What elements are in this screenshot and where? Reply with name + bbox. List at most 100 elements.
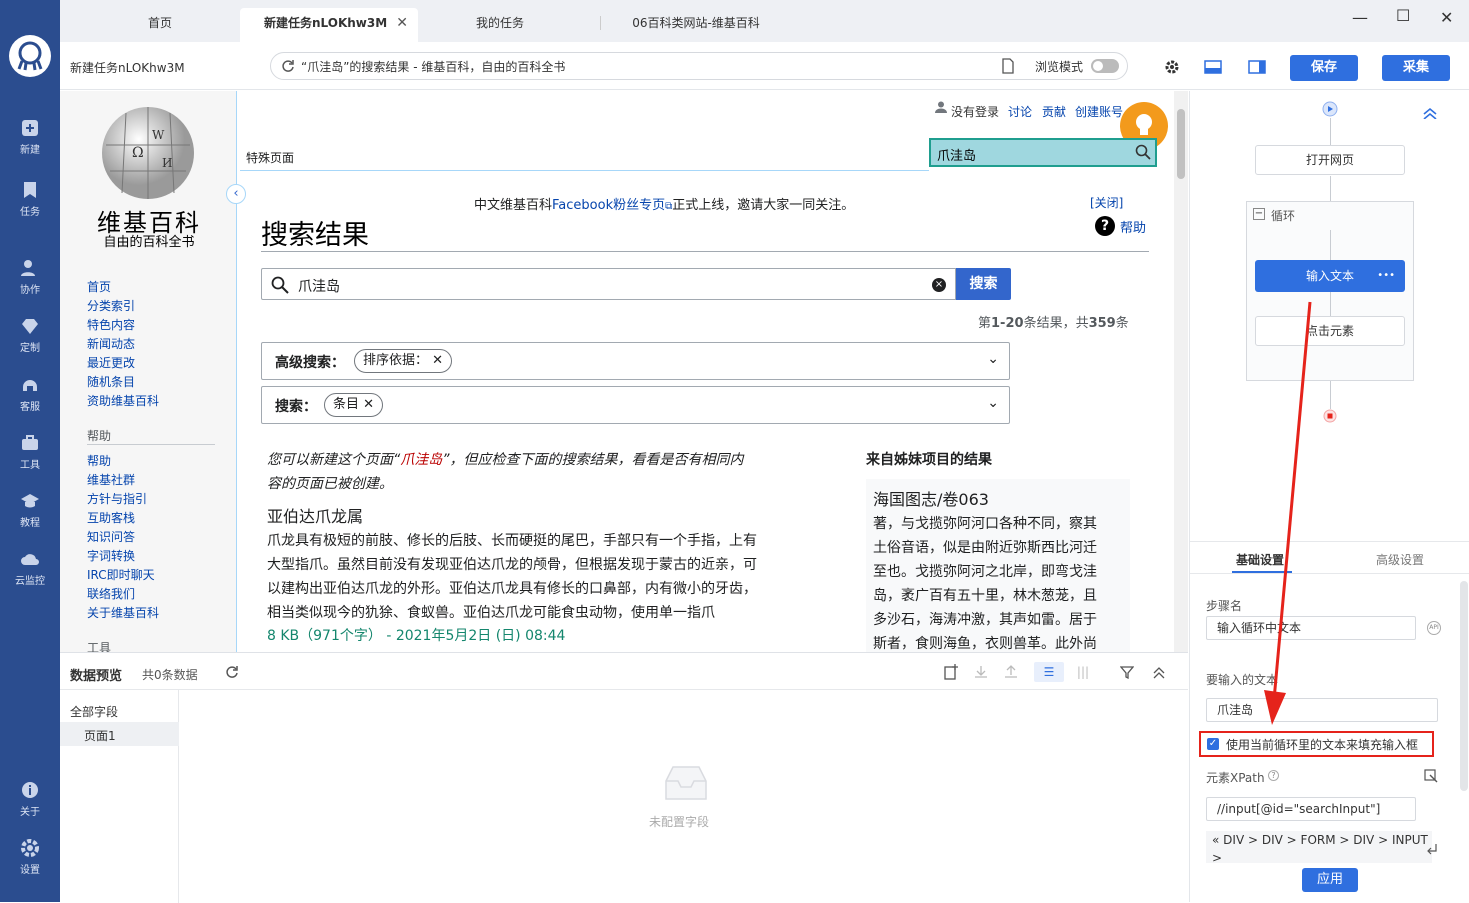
page-scrollbar[interactable] [1174,91,1188,652]
tab-wiki[interactable]: 06百科类网站-维基百科 [606,8,786,42]
chevron-down-icon[interactable]: ⌄ [987,351,999,367]
wiki-help-link[interactable]: 互助客栈 [87,509,135,526]
api-icon[interactable]: API [1427,621,1441,635]
enter-icon[interactable] [1426,843,1438,855]
rail-cloud[interactable]: 云监控 [0,549,60,601]
wiki-help-link[interactable]: 知识问答 [87,528,135,545]
collapse-up-icon[interactable] [1152,665,1166,679]
notice-close-link[interactable]: [关闭] [1090,194,1123,211]
sister-title-link[interactable]: 海国图志/卷063 [873,488,989,512]
wiki-help-link[interactable]: 方针与指引 [87,490,147,507]
help-icon[interactable]: ? [1268,770,1279,781]
help-link[interactable]: 帮助 [1120,217,1146,236]
use-loop-text-checkbox[interactable]: ✓ [1207,738,1219,750]
search-button[interactable]: 搜索 [956,268,1011,300]
upload-icon[interactable] [1004,665,1018,679]
main-search-input[interactable]: 爪洼岛 × [261,268,956,300]
collapse-up-icon[interactable] [1422,107,1438,119]
rail-new[interactable]: 新建 [0,118,60,170]
rail-tutorial[interactable]: 教程 [0,491,60,543]
breadcrumb-back-icon[interactable]: « [1212,833,1219,847]
gear-icon[interactable] [1164,59,1180,75]
help-icon[interactable]: ? [1095,216,1115,236]
add-field-icon[interactable] [944,664,958,680]
wiki-help-link[interactable]: 联络我们 [87,585,135,602]
tab-close-icon[interactable]: ✕ [396,8,408,38]
column-view-icon[interactable]: ||| [1068,662,1098,682]
wiki-help-link[interactable]: IRC即时聊天 [87,566,155,583]
sort-chip[interactable]: 排序依据： ✕ [354,349,453,373]
xpath-input[interactable]: //input[@id="searchInput"] [1206,797,1416,821]
chevron-down-icon[interactable]: ⌄ [987,395,999,411]
wiki-help-link[interactable]: 帮助 [87,452,111,469]
save-button[interactable]: 保存 [1290,55,1358,81]
page1-row[interactable]: 页面1 [60,722,179,746]
wiki-search-value[interactable]: 爪洼岛 [937,145,976,164]
rail-about[interactable]: 关于 [0,780,60,832]
create-note-term-link[interactable]: 爪洼岛 [400,452,442,468]
talk-link[interactable]: 讨论 [1008,103,1032,120]
wiki-help-link[interactable]: 维基社群 [87,471,135,488]
collapse-sidebar-icon[interactable]: ‹ [226,184,246,204]
app-logo-icon[interactable] [9,35,51,77]
refresh-icon[interactable] [225,665,239,679]
collapse-loop-icon[interactable]: − [1253,208,1265,220]
rail-settings[interactable]: 设置 [0,838,60,890]
maximize-icon[interactable]: ☐ [1396,6,1410,25]
advanced-search-panel[interactable]: 高级搜索： 排序依据： ✕ ⌄ [261,342,1010,380]
rail-service[interactable]: 客服 [0,375,60,427]
tab-advanced-settings[interactable]: 高级设置 [1376,551,1424,568]
page-source-icon[interactable] [1001,58,1015,74]
settings-scrollbar[interactable] [1460,581,1468,791]
address-url[interactable]: “爪洼岛”的搜索结果 - 维基百科，自由的百科全书 [301,58,565,75]
wiki-nav-link[interactable]: 特色内容 [87,316,135,333]
rail-tools[interactable]: 工具 [0,433,60,485]
close-window-icon[interactable]: ✕ [1440,8,1453,27]
collect-button[interactable]: 采集 [1382,55,1450,81]
apply-button[interactable]: 应用 [1302,868,1358,892]
chip-remove-icon[interactable]: ✕ [432,353,443,368]
search-icon[interactable] [1135,144,1151,160]
address-bar[interactable]: “爪洼岛”的搜索结果 - 维基百科，自由的百科全书 浏览模式 [270,52,1128,80]
facebook-link[interactable]: Facebook粉丝专页 [552,198,665,213]
rail-custom[interactable]: 定制 [0,316,60,368]
scroll-thumb[interactable] [1177,109,1185,179]
chip-remove-icon[interactable]: ✕ [363,397,374,412]
create-account-link[interactable]: 创建账号 [1075,103,1123,120]
tab-special-page[interactable]: 特殊页面 [240,139,303,171]
result-title-link[interactable]: 亚伯达爪龙属 [267,505,363,529]
clear-icon[interactable]: × [932,278,946,292]
wiki-search-box[interactable]: 爪洼岛 [929,138,1157,167]
breadcrumb-item[interactable]: DIV [1223,833,1244,847]
filter-icon[interactable] [1120,665,1134,679]
namespace-chip[interactable]: 条目 ✕ [324,393,384,417]
wiki-nav-link[interactable]: 首页 [87,278,111,295]
node-input-text[interactable]: 输入文本 ••• [1255,260,1405,292]
search-namespace-panel[interactable]: 搜索： 条目 ✕ ⌄ [261,386,1010,424]
all-fields-label[interactable]: 全部字段 [70,703,118,720]
layout-right-icon[interactable] [1248,60,1266,74]
refresh-icon[interactable] [281,59,295,73]
breadcrumb-item[interactable]: DIV [1262,833,1283,847]
rail-collab[interactable]: 协作 [0,258,60,310]
contributions-link[interactable]: 贡献 [1042,103,1066,120]
wiki-nav-link[interactable]: 最近更改 [87,354,135,371]
wikipedia-globe-logo[interactable]: ΩWИ [96,105,200,205]
wiki-nav-link[interactable]: 新闻动态 [87,335,135,352]
wiki-nav-link[interactable]: 分类索引 [87,297,135,314]
breadcrumb-item[interactable]: DIV [1353,833,1374,847]
download-icon[interactable] [974,665,988,679]
tab-my-tasks[interactable]: 我的任务 [440,8,560,42]
main-search-value[interactable]: 爪洼岛 [298,276,340,296]
browse-mode-toggle[interactable] [1091,59,1119,73]
pick-element-icon[interactable] [1424,769,1438,783]
wiki-help-link[interactable]: 字词转换 [87,547,135,564]
node-open-page[interactable]: 打开网页 [1255,145,1405,175]
wiki-nav-link[interactable]: 随机条目 [87,373,135,390]
tab-home[interactable]: 首页 [120,8,200,42]
layout-bottom-icon[interactable] [1204,60,1222,74]
rail-tasks[interactable]: 任务 [0,180,60,232]
list-view-icon[interactable]: ☰ [1034,662,1064,682]
breadcrumb-item[interactable]: INPUT [1392,833,1428,847]
tab-new-task[interactable]: 新建任务nLOKhw3M ✕ [240,8,418,42]
